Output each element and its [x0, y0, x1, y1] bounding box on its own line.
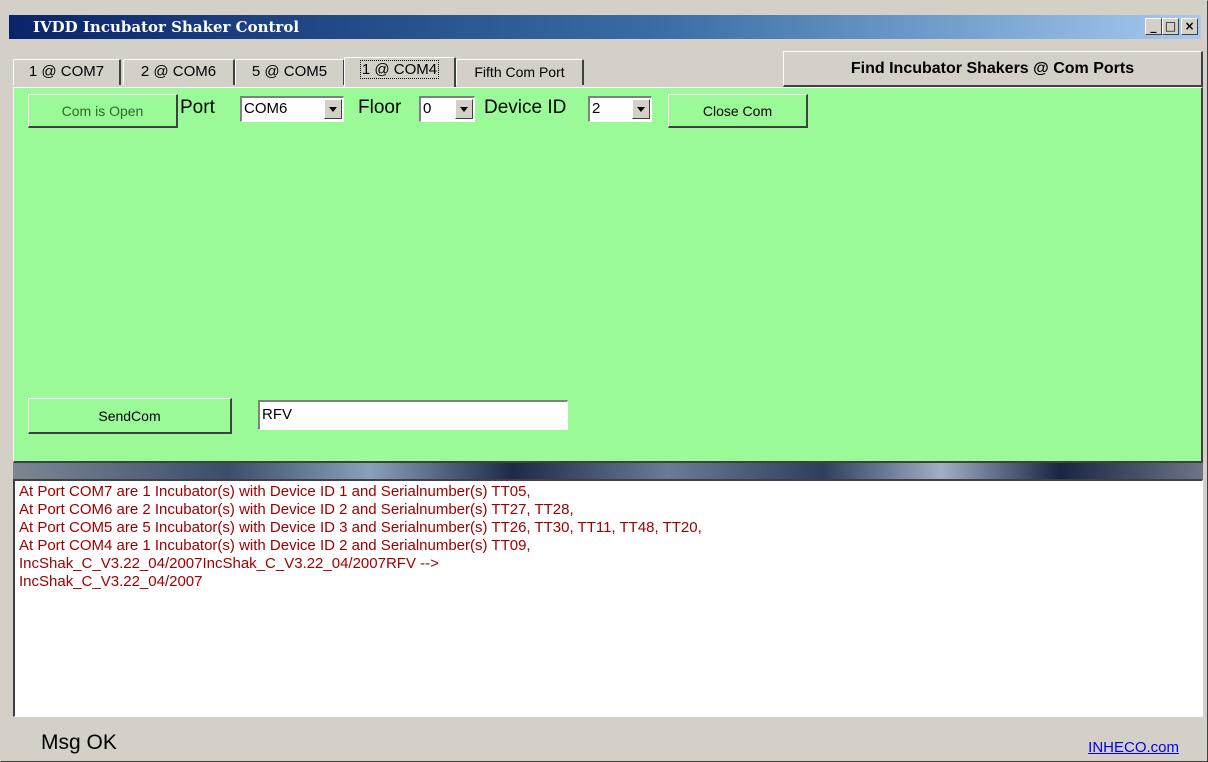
- tab-fifth-com-port[interactable]: Fifth Com Port: [456, 59, 584, 85]
- window-title: IVDD Incubator Shaker Control: [33, 18, 300, 36]
- chevron-down-icon[interactable]: [324, 99, 342, 119]
- tab-label: 1 @ COM7: [28, 63, 105, 80]
- port-select[interactable]: COM6: [240, 96, 344, 122]
- tab-com4[interactable]: 1 @ COM4: [344, 57, 456, 87]
- tab-com5[interactable]: 5 @ COM5: [235, 59, 345, 85]
- maximize-button[interactable]: □: [1162, 18, 1179, 35]
- message-log[interactable]: At Port COM7 are 1 Incubator(s) with Dev…: [13, 479, 1203, 717]
- port-label: Port: [180, 97, 215, 118]
- inheco-link[interactable]: INHECO.com: [1088, 739, 1179, 756]
- command-input[interactable]: RFV: [258, 400, 568, 430]
- log-line: At Port COM6 are 2 Incubator(s) with Dev…: [19, 501, 574, 518]
- log-line: At Port COM4 are 1 Incubator(s) with Dev…: [19, 537, 531, 554]
- title-bar[interactable]: IVDD Incubator Shaker Control _ □ ×: [9, 15, 1201, 39]
- minimize-icon: _: [1150, 19, 1157, 33]
- chevron-down-icon[interactable]: [632, 99, 650, 119]
- minimize-button[interactable]: _: [1145, 18, 1162, 35]
- port-select-value: COM6: [244, 100, 288, 117]
- close-icon: ×: [1184, 19, 1195, 33]
- close-com-button[interactable]: Close Com: [668, 94, 808, 128]
- tab-label: Fifth Com Port: [474, 64, 565, 80]
- tab-label: 2 @ COM6: [140, 63, 217, 80]
- device-id-select[interactable]: 2: [588, 96, 652, 122]
- device-id-label: Device ID: [484, 97, 567, 118]
- maximize-icon: □: [1164, 19, 1177, 33]
- com-control-panel: Com is Open Port COM6 Floor 0 Device ID …: [13, 87, 1203, 463]
- status-message: Msg OK: [41, 731, 117, 754]
- floor-select-value: 0: [423, 100, 432, 117]
- log-line: IncShak_C_V3.22_04/2007: [19, 573, 203, 590]
- log-line: At Port COM7 are 1 Incubator(s) with Dev…: [19, 483, 531, 500]
- background-image-strip: [13, 463, 1203, 479]
- com-status-button[interactable]: Com is Open: [28, 94, 178, 128]
- chevron-down-icon[interactable]: [455, 99, 473, 119]
- floor-select[interactable]: 0: [419, 96, 475, 122]
- find-shakers-button[interactable]: Find Incubator Shakers @ Com Ports: [783, 51, 1203, 87]
- log-line: At Port COM5 are 5 Incubator(s) with Dev…: [19, 519, 702, 536]
- close-window-button[interactable]: ×: [1181, 18, 1198, 35]
- log-line: IncShak_C_V3.22_04/2007IncShak_C_V3.22_0…: [19, 555, 439, 572]
- tab-com6[interactable]: 2 @ COM6: [123, 59, 235, 85]
- tab-label: 5 @ COM5: [251, 63, 328, 80]
- app-window: IVDD Incubator Shaker Control _ □ × 1 @ …: [0, 0, 1208, 762]
- tab-label: 1 @ COM4: [359, 60, 440, 79]
- tab-com7[interactable]: 1 @ COM7: [13, 59, 121, 85]
- send-com-button[interactable]: SendCom: [28, 398, 232, 434]
- device-id-select-value: 2: [592, 100, 601, 117]
- floor-label: Floor: [358, 97, 402, 118]
